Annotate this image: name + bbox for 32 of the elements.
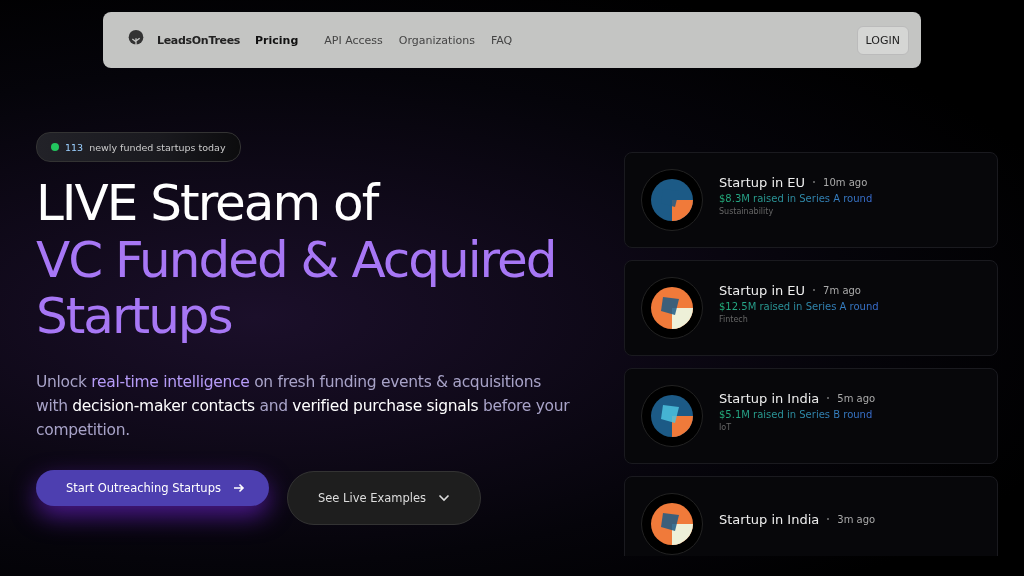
- badge-text: newly funded startups today: [89, 141, 226, 153]
- chevron-down-icon: [438, 494, 451, 502]
- nav-link[interactable]: Organizations: [398, 33, 475, 47]
- headline-highlight: VC Funded & Acquired Startups: [36, 232, 557, 344]
- brand-name[interactable]: LeadsOnTrees: [157, 33, 241, 47]
- nav-link[interactable]: Pricing: [255, 33, 299, 47]
- startup-title: Startup in EU: [719, 282, 806, 298]
- time-ago: 3m ago: [837, 513, 876, 525]
- login-button[interactable]: LOGIN: [856, 25, 909, 55]
- startup-title: Startup in India: [719, 511, 820, 527]
- sector-label: Sustainability: [719, 206, 775, 216]
- startup-logo-icon: [651, 503, 693, 545]
- time-ago: 10m ago: [823, 176, 868, 188]
- funding-text: $12.5M raised in Series A round: [719, 300, 879, 312]
- funding-text: $8.3M raised in Series A round: [719, 192, 873, 204]
- time-ago: 7m ago: [823, 284, 861, 296]
- sector-label: IoT: [719, 422, 733, 432]
- startup-count: 113: [65, 141, 84, 153]
- start-outreaching-button[interactable]: Start Outreaching Startups: [36, 470, 269, 506]
- arrow-right-icon: [232, 482, 245, 494]
- nav-link[interactable]: API Access: [324, 33, 383, 47]
- nav-link[interactable]: FAQ: [490, 33, 513, 47]
- time-ago: 5m ago: [837, 392, 876, 404]
- startup-logo-icon: [651, 179, 693, 221]
- description: Unlock real-time intelligence on fresh funding events & acquisitions with decision-maker contacts and verified purchase signals before your competition.: [36, 372, 571, 441]
- see-live-examples-button[interactable]: See Live Examples: [286, 471, 482, 525]
- startup-title: Startup in India: [719, 390, 820, 406]
- startup-logo-icon: [651, 395, 693, 437]
- startup-title: Startup in EU: [719, 174, 806, 190]
- startup-logo-icon: [651, 287, 693, 329]
- sector-label: Fintech: [719, 314, 749, 324]
- headline: LIVE Stream of: [36, 174, 380, 232]
